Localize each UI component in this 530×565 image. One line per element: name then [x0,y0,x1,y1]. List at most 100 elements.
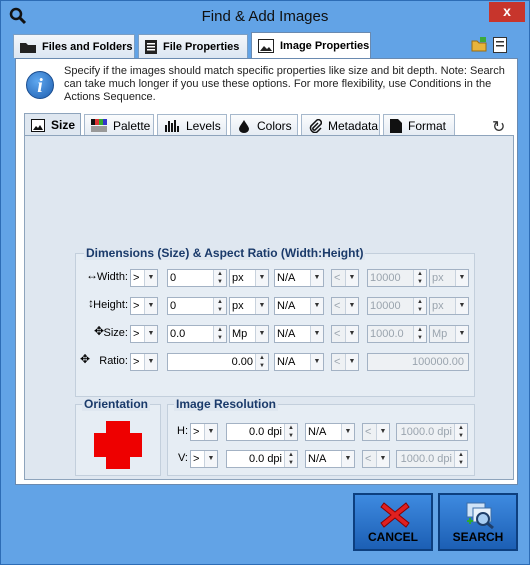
tab-colors[interactable]: Colors [230,114,298,136]
h-resolution-max-input[interactable]: 1000.0 dpi ▲ ▼ [396,423,468,441]
colors-icon [239,119,249,133]
width-mode-select[interactable]: N/A ▼ [274,269,324,287]
chevron-down-icon: ▼ [455,298,468,314]
height-compare-select[interactable]: < ▼ [331,297,359,315]
tab-metadata[interactable]: Metadata [301,114,380,136]
chevron-down-icon: ▼ [455,270,468,286]
size-compare-select[interactable]: < ▼ [331,325,359,343]
width-operator-select[interactable]: > ▼ [130,269,158,287]
v-resolution-label: V: [178,452,188,464]
image-icon [258,38,274,53]
size-value-input[interactable]: 0.0 ▲ ▼ [167,325,227,343]
height-max-input[interactable]: 10000 ▲ ▼ [367,297,427,315]
ratio-label: Ratio: [99,355,128,367]
chevron-down-icon: ▼ [341,451,354,467]
v-resolution-mode-select[interactable]: N/A ▼ [305,450,355,468]
height-operator-select[interactable]: > ▼ [130,297,158,315]
chevron-down-icon: ▼ [310,298,323,314]
spinner-icon[interactable]: ▲ ▼ [284,451,297,467]
size-tab-content: Dimensions (Size) & Aspect Ratio (Width:… [24,135,514,480]
height-value-input[interactable]: 0 ▲ ▼ [167,297,227,315]
tab-file-properties[interactable]: File Properties [138,34,248,58]
chevron-down-icon: ▼ [255,298,268,314]
width-label: Width: [96,271,128,283]
width-compare-select[interactable]: < ▼ [331,269,359,287]
palette-icon [91,119,107,132]
size-max-unit-select[interactable]: Mp ▼ [429,325,469,343]
width-value-input[interactable]: 0 ▲ ▼ [167,269,227,287]
list-icon[interactable] [493,37,507,53]
dimensions-group: Dimensions (Size) & Aspect Ratio (Width:… [75,246,475,397]
height-unit-select[interactable]: px ▼ [229,297,269,315]
spinner-icon[interactable]: ▲ ▼ [213,270,226,286]
ratio-value-input[interactable]: 0.00 ▲ ▼ [167,353,269,371]
chevron-down-icon: ▼ [310,354,323,370]
width-unit-select[interactable]: px ▼ [229,269,269,287]
chevron-down-icon: ▼ [144,354,157,370]
spinner-icon[interactable]: ▲ ▼ [213,298,226,314]
h-resolution-compare-select[interactable]: < ▼ [362,423,390,441]
spinner-icon[interactable]: ▲ ▼ [454,451,467,467]
info-text: Specify if the images should match speci… [64,65,505,103]
tab-format[interactable]: Format [383,114,455,136]
refresh-icon[interactable]: ↻ [492,117,505,137]
size-label: Size: [103,327,128,339]
tab-palette[interactable]: Palette [84,114,154,136]
search-images-icon [466,502,494,529]
tab-levels[interactable]: Levels [157,114,227,136]
ratio-max-input[interactable]: 100000.00 [367,353,469,371]
window-title: Find & Add Images [201,8,329,25]
h-resolution-input[interactable]: 0.0 dpi ▲ ▼ [226,423,298,441]
resolution-group: Image Resolution H: > ▼ 0.0 dpi ▲ ▼ N/A ▼ < ▼… [167,397,475,476]
spinner-icon[interactable]: ▲ ▼ [413,270,426,286]
size-icon [31,118,45,132]
width-max-input[interactable]: 10000 ▲ ▼ [367,269,427,287]
levels-icon [165,120,179,132]
search-button[interactable]: SEARCH [438,493,518,551]
height-mode-select[interactable]: N/A ▼ [274,297,324,315]
dimensions-title: Dimensions (Size) & Aspect Ratio (Width:… [84,246,366,260]
spinner-icon[interactable]: ▲ ▼ [413,298,426,314]
spinner-icon[interactable]: ▲ ▼ [255,354,268,370]
ratio-operator-select[interactable]: > ▼ [130,353,158,371]
chevron-down-icon: ▼ [345,298,358,314]
v-resolution-max-input[interactable]: 1000.0 dpi ▲ ▼ [396,450,468,468]
size-mode-select[interactable]: N/A ▼ [274,325,324,343]
main-window: Find & Add Images x Files and Folders Fi… [0,0,530,565]
v-resolution-compare-select[interactable]: < ▼ [362,450,390,468]
ratio-mode-select[interactable]: N/A ▼ [274,353,324,371]
image-properties-panel: i Specify if the images should match spe… [15,58,518,485]
spinner-icon[interactable]: ▲ ▼ [284,424,297,440]
h-resolution-operator-select[interactable]: > ▼ [190,423,218,441]
chevron-down-icon: ▼ [345,326,358,342]
open-folder-icon[interactable] [471,37,487,53]
spinner-icon[interactable]: ▲ ▼ [413,326,426,342]
height-label: Height: [93,299,128,311]
v-resolution-operator-select[interactable]: > ▼ [190,450,218,468]
size-max-input[interactable]: 1000.0 ▲ ▼ [367,325,427,343]
red-x-icon [380,502,410,528]
paperclip-icon [309,118,322,133]
spinner-icon[interactable]: ▲ ▼ [213,326,226,342]
close-button[interactable]: x [489,2,525,22]
chevron-down-icon: ▼ [255,326,268,342]
orientation-group: Orientation [75,397,161,476]
chevron-down-icon: ▼ [144,298,157,314]
tab-image-properties[interactable]: Image Properties [251,32,371,58]
width-max-unit-select[interactable]: px ▼ [429,269,469,287]
toolbar-icons [471,37,507,53]
cancel-button[interactable]: CANCEL [353,493,433,551]
ratio-arrows-icon: ✥ [80,352,91,366]
tab-files-and-folders[interactable]: Files and Folders [13,34,135,58]
spinner-icon[interactable]: ▲ ▼ [454,424,467,440]
h-resolution-mode-select[interactable]: N/A ▼ [305,423,355,441]
v-resolution-input[interactable]: 0.0 dpi ▲ ▼ [226,450,298,468]
document-icon [145,39,157,54]
size-operator-select[interactable]: > ▼ [130,325,158,343]
ratio-compare-select[interactable]: < ▼ [331,353,359,371]
chevron-down-icon: ▼ [455,326,468,342]
orientation-cross-icon[interactable] [94,421,142,469]
tab-size[interactable]: Size [24,113,81,136]
height-max-unit-select[interactable]: px ▼ [429,297,469,315]
size-unit-select[interactable]: Mp ▼ [229,325,269,343]
